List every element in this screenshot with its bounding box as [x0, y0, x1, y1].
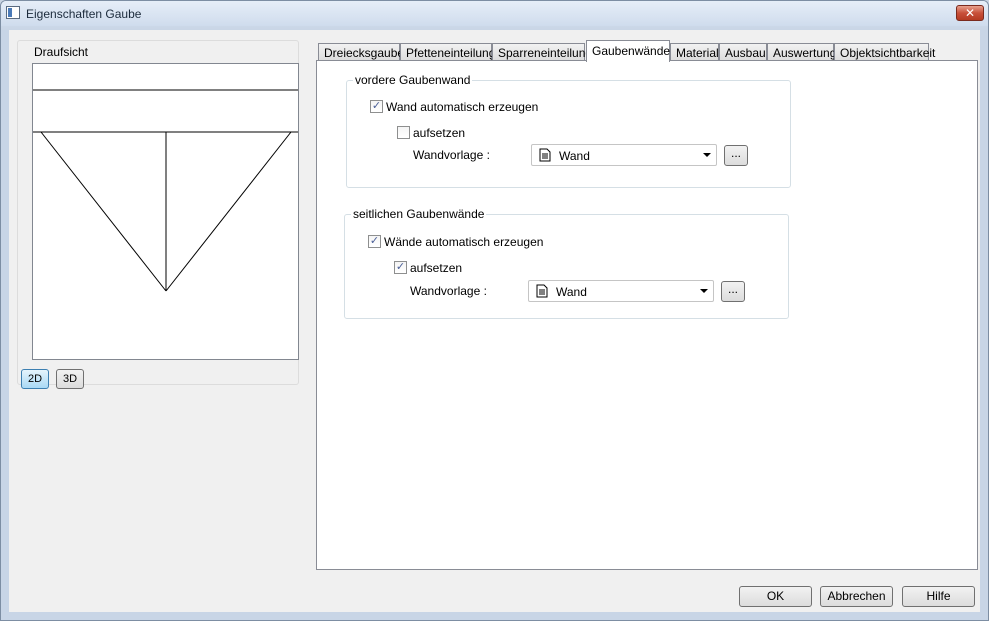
tab-pfetteneinteilung[interactable]: Pfetteneinteilung: [400, 43, 495, 61]
chevron-down-icon: [703, 153, 711, 157]
draufsicht-group: Draufsicht 2D 3D: [17, 40, 299, 389]
document-icon: [536, 284, 548, 298]
side-walls-template-browse-button[interactable]: ...: [721, 281, 745, 302]
view-2d-button[interactable]: 2D: [21, 369, 49, 389]
side-walls-group-title: seitlichen Gaubenwände: [351, 207, 487, 221]
tab-dreiecksgaube[interactable]: Dreiecksgaube: [318, 43, 404, 61]
ok-button[interactable]: OK: [739, 586, 812, 607]
front-wall-template-browse-button[interactable]: ...: [724, 145, 748, 166]
tab-objektsichtbarkeit[interactable]: Objektsichtbarkeit: [834, 43, 935, 61]
chevron-down-icon: [700, 289, 708, 293]
document-icon: [539, 148, 551, 162]
front-wall-template-value: Wand: [559, 149, 590, 163]
app-icon: [6, 6, 20, 19]
tab-gaubenwaende[interactable]: Gaubenwände: [586, 40, 670, 62]
side-walls-template-label: Wandvorlage :: [410, 284, 487, 298]
help-button[interactable]: Hilfe: [902, 586, 975, 607]
front-wall-auto-create-label: Wand automatisch erzeugen: [386, 100, 539, 114]
plan-view-canvas[interactable]: [32, 63, 299, 360]
side-walls-template-dropdown[interactable]: Wand: [528, 280, 714, 302]
front-wall-template-label: Wandvorlage :: [413, 148, 490, 162]
plan-view-drawing: [33, 89, 298, 292]
cancel-button[interactable]: Abbrechen: [820, 586, 893, 607]
front-wall-auto-create-checkbox[interactable]: ✓: [370, 100, 383, 113]
front-wall-template-dropdown[interactable]: Wand: [531, 144, 717, 166]
plan-line-valley-right: [165, 131, 292, 292]
side-walls-template-value: Wand: [556, 285, 587, 299]
side-walls-set-on-checkbox[interactable]: ✓: [394, 261, 407, 274]
dialog-window: Eigenschaften Gaube ✕ Draufsicht 2D 3D D…: [0, 0, 989, 621]
tab-ausbau[interactable]: Ausbau: [719, 43, 767, 61]
view-3d-button[interactable]: 3D: [56, 369, 84, 389]
window-title: Eigenschaften Gaube: [26, 7, 142, 21]
side-walls-auto-create-label: Wände automatisch erzeugen: [384, 235, 544, 249]
front-wall-set-on-label: aufsetzen: [413, 126, 466, 140]
tab-material[interactable]: Material: [670, 43, 719, 61]
tab-auswertung[interactable]: Auswertung: [767, 43, 836, 61]
draufsicht-label: Draufsicht: [32, 45, 91, 59]
front-wall-group: vordere Gaubenwand ✓ Wand automatisch er…: [346, 73, 791, 188]
front-wall-group-title: vordere Gaubenwand: [353, 73, 473, 87]
title-bar[interactable]: Eigenschaften Gaube ✕: [1, 1, 988, 26]
dialog-client-area: Draufsicht 2D 3D Dreiecksgaube Pfettenei…: [9, 30, 980, 612]
side-walls-set-on-label: aufsetzen: [410, 261, 463, 275]
tab-sparreneinteilung[interactable]: Sparreneinteilung: [492, 43, 592, 61]
tab-panel-gaubenwaende: vordere Gaubenwand ✓ Wand automatisch er…: [316, 60, 978, 570]
side-walls-group: seitlichen Gaubenwände ✓ Wände automatis…: [344, 207, 789, 319]
plan-line-valley-left: [40, 131, 167, 292]
close-button[interactable]: ✕: [956, 5, 984, 21]
side-walls-auto-create-checkbox[interactable]: ✓: [368, 235, 381, 248]
front-wall-set-on-checkbox[interactable]: [397, 126, 410, 139]
